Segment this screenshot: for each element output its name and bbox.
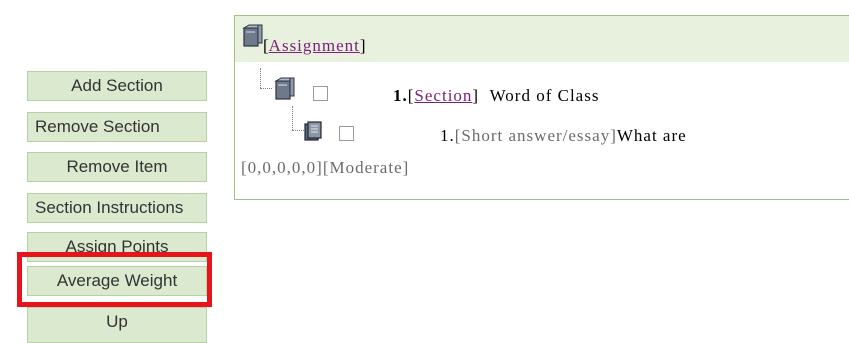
item-text: What are: [616, 126, 687, 145]
section-checkbox[interactable]: [313, 86, 328, 101]
section-number: 1.: [393, 86, 408, 105]
section-row: 1.[Section] Word of Class: [393, 86, 599, 106]
item-number: 1.: [440, 126, 455, 145]
up-button[interactable]: Up: [27, 307, 207, 343]
root-bracket-close: ]: [359, 36, 366, 55]
add-section-button[interactable]: Add Section: [27, 71, 207, 101]
item-row: 1.[Short answer/essay]What are: [440, 126, 687, 146]
section-link[interactable]: Section: [414, 86, 472, 105]
folder-icon: [274, 77, 295, 100]
remove-item-button[interactable]: Remove Item: [27, 152, 207, 182]
document-icon: [304, 121, 322, 141]
tree-connector: [292, 106, 293, 130]
tree-panel: [Assignment] 1.[Section] Word of Class 1…: [234, 15, 849, 200]
assignment-link[interactable]: Assignment: [269, 36, 360, 55]
folder-icon: [242, 24, 263, 47]
item-meta: [0,0,0,0,0][Moderate]: [241, 158, 410, 177]
section-bracket-close: ]: [472, 86, 480, 105]
item-checkbox[interactable]: [339, 126, 354, 141]
root-node: [Assignment]: [263, 36, 366, 56]
item-type: [Short answer/essay]: [454, 126, 617, 145]
section-title: Word of Class: [489, 86, 600, 105]
remove-section-button[interactable]: Remove Section: [27, 112, 207, 142]
tree-connector: [260, 88, 272, 89]
tree-connector: [260, 68, 261, 88]
section-instructions-button[interactable]: Section Instructions: [27, 193, 207, 223]
highlight-box: [17, 252, 212, 307]
